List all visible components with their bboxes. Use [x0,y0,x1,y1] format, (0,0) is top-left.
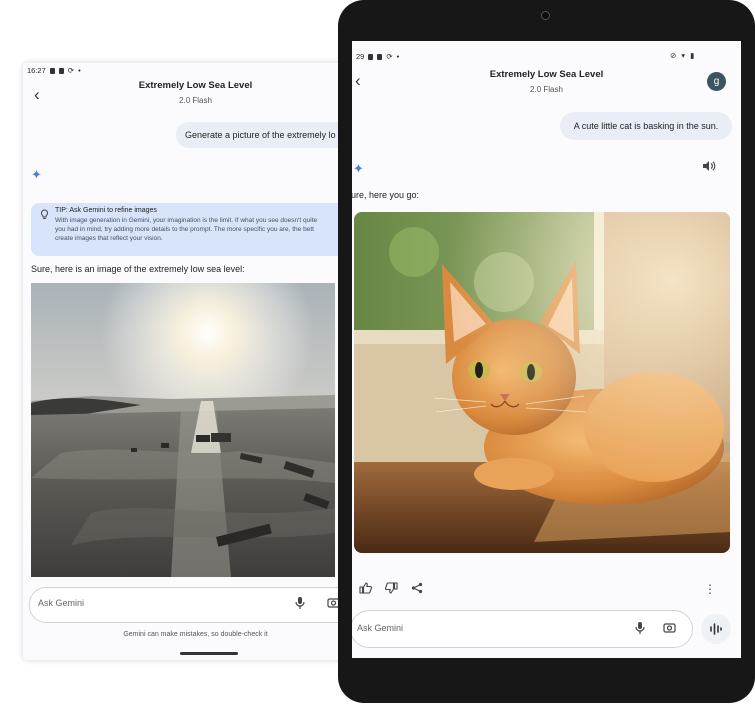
input-placeholder: Ask Gemini [357,623,404,633]
mic-icon[interactable] [295,596,305,610]
system-icons: ⊘ ▾ ▮ [670,51,694,60]
live-waveform-icon [710,623,722,635]
live-button[interactable] [701,614,731,644]
response-actions [359,582,423,594]
generated-image-cat[interactable] [354,212,730,553]
notification-icon [377,53,383,60]
share-icon[interactable] [411,582,423,594]
sparkle-icon: ✦ [353,161,364,176]
tip-line: create images that reflect your vision. [55,235,163,242]
phone-status-bar: 16:27 ⟳ • [27,66,81,75]
front-camera [541,11,550,20]
tip-line: you had in mind, try adding more details… [55,226,314,233]
phone-screen: 16:27 ⟳ • ‹ Extremely Low Sea Level 2.0 … [23,63,368,660]
wifi-icon: ▾ [681,51,686,60]
tip-card: TIP: Ask Gemini to refine images With im… [31,203,361,256]
mute-icon: ⊘ [670,51,677,60]
phone-prompt-input[interactable]: Ask Gemini [29,587,361,623]
sync-icon: ⟳ [67,66,75,75]
camera-icon[interactable] [663,622,676,633]
notification-icon [58,67,64,74]
thumbs-down-icon[interactable] [385,582,398,594]
mic-icon[interactable] [635,621,645,635]
tip-body: With image generation in Gemini, your im… [55,216,360,243]
home-indicator[interactable] [180,652,238,655]
sync-icon: ⟳ [386,52,393,61]
battery-icon [368,53,374,60]
sparkle-icon: ✦ [31,167,42,182]
chat-title: Extremely Low Sea Level [489,69,604,80]
input-placeholder: Ask Gemini [38,598,85,608]
more-vert-icon[interactable]: ⋮ [704,582,716,596]
battery-icon: ▮ [690,51,695,60]
avatar[interactable]: g [707,72,726,91]
tablet-status-bar: 29 ⟳ • [356,52,399,61]
tip-line: With image generation in Gemini, your im… [55,217,318,224]
thumbs-up-icon[interactable] [359,582,372,594]
model-subtitle[interactable]: 2.0 Flash [352,85,741,94]
tablet-device: 29 ⟳ • ⊘ ▾ ▮ ‹ Extremely Low Sea Level 2… [338,0,755,703]
tablet-screen: 29 ⟳ • ⊘ ▾ ▮ ‹ Extremely Low Sea Level 2… [352,41,741,658]
tip-title: TIP: Ask Gemini to refine images [55,207,157,214]
model-subtitle[interactable]: 2.0 Flash [23,96,368,105]
tablet-prompt-input[interactable]: Ask Gemini [352,610,693,648]
battery-icon [49,67,55,74]
disclaimer-text: Gemini can make mistakes, so double-chec… [123,631,268,638]
status-time: 16:27 [27,66,46,75]
chat-title: Extremely Low Sea Level [138,80,253,91]
assistant-reply: Sure, here is an image of the extremely … [31,264,245,274]
lightbulb-icon [40,209,49,222]
generated-image-sea-level[interactable] [31,283,335,577]
status-time: 29 [356,52,365,61]
user-message-bubble: A cute little cat is basking in the sun. [560,112,732,140]
dot-icon: • [78,66,81,75]
assistant-reply: ure, here you go: [352,190,420,200]
dot-icon: • [396,52,400,61]
speaker-icon[interactable] [702,160,716,172]
